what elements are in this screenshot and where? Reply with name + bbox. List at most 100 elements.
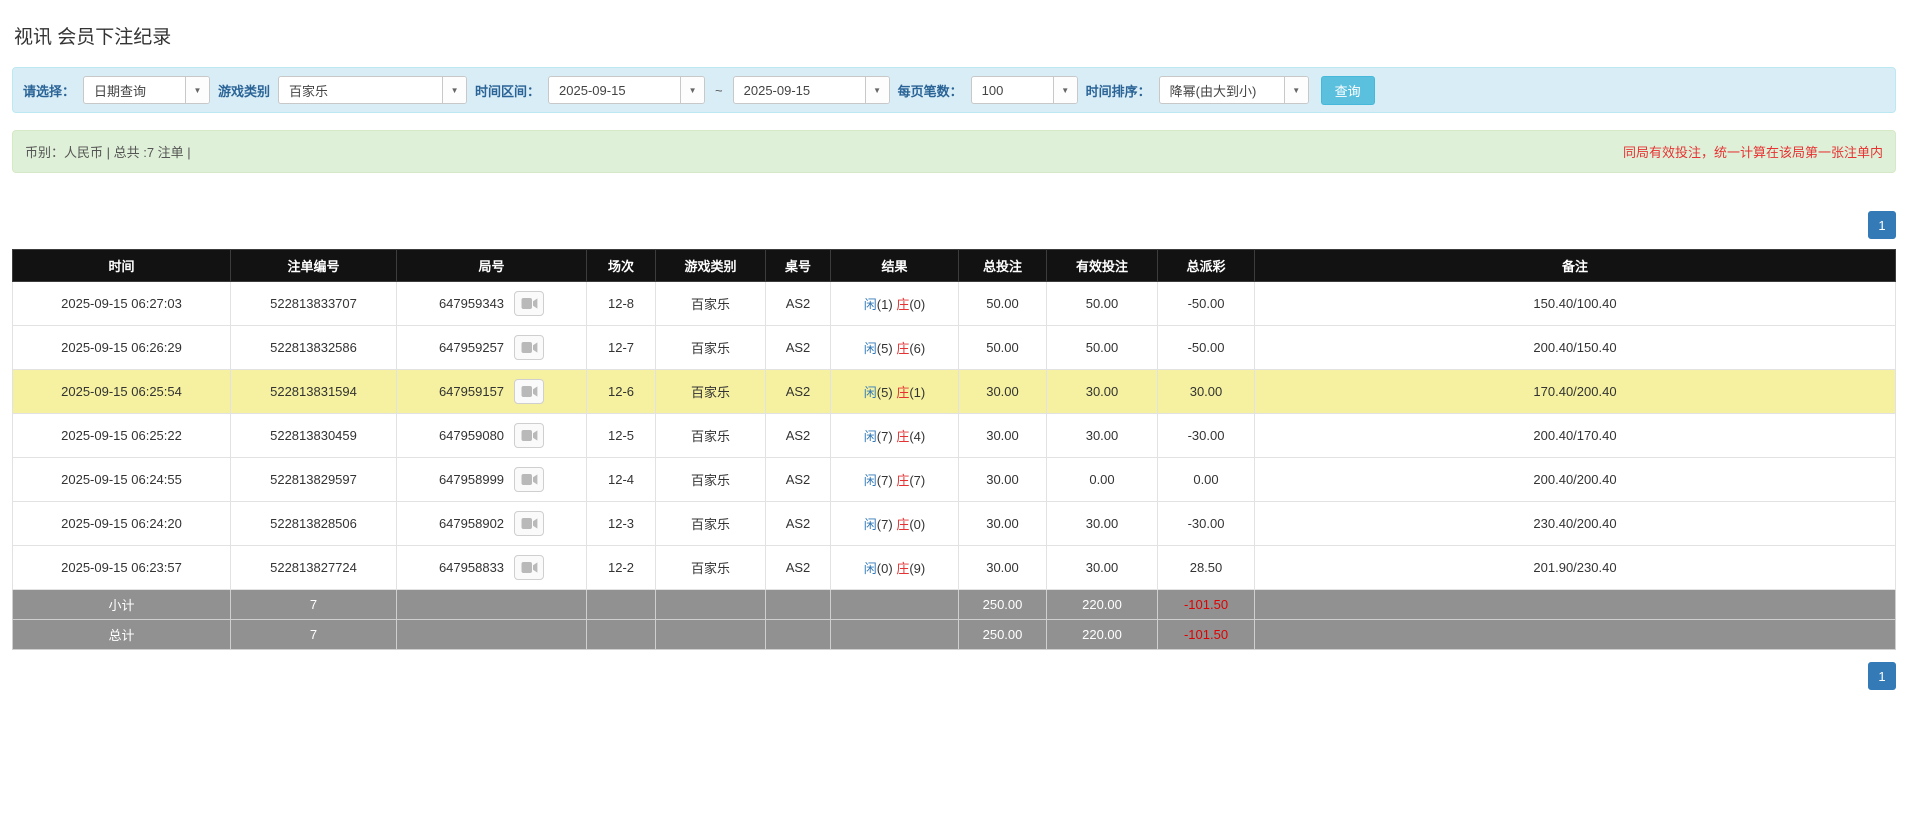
player-result-count: (0) <box>876 561 893 576</box>
round-id: 647958902 <box>438 516 505 531</box>
cell-game-type: 百家乐 <box>655 545 766 590</box>
empty-cell <box>655 619 766 650</box>
cell-round-id: 647959080 <box>396 413 587 458</box>
search-button[interactable]: 查询 <box>1320 75 1375 105</box>
cell-note: 200.40/200.40 <box>1254 457 1896 502</box>
cell-session: 12-4 <box>586 457 656 502</box>
empty-cell <box>830 619 959 650</box>
page-size-value: 100 <box>981 82 1004 98</box>
cell-time: 2025-09-15 06:24:20 <box>12 501 231 546</box>
summary-notice: 同局有效投注，统一计算在该局第一张注单内 <box>1622 145 1883 160</box>
cell-time: 2025-09-15 06:24:55 <box>12 457 231 502</box>
round-id: 647959257 <box>438 340 505 355</box>
cell-round-id: 647958833 <box>396 545 587 590</box>
video-camera-glyph <box>521 298 537 309</box>
column-header: 场次 <box>586 249 656 282</box>
page-button[interactable]: 1 <box>1868 662 1896 690</box>
cell-note: 150.40/100.40 <box>1254 281 1896 326</box>
round-id: 647958999 <box>438 472 505 487</box>
cell-payout: -50.00 <box>1157 325 1255 370</box>
chevron-down-icon[interactable]: ▼ <box>442 77 467 103</box>
cell-table-no: AS2 <box>765 413 831 458</box>
cell-total-bet[interactable]: 50.00 <box>958 325 1047 370</box>
table-row: 2025-09-15 06:26:29 522813832586 647959257… <box>12 325 1896 370</box>
cell-payout: 28.50 <box>1157 545 1255 590</box>
date-from-select[interactable]: 2025-09-15 ▼ <box>548 76 706 104</box>
cell-total-bet[interactable]: 50.00 <box>958 281 1047 326</box>
cell-round-id: 647959343 <box>396 281 587 326</box>
cell-payout: -30.00 <box>1157 501 1255 546</box>
summary-currency-total: 币别：人民币 | 总共 :7 注单 | <box>25 145 191 160</box>
cell-total-bet[interactable]: 30.00 <box>958 501 1047 546</box>
page-button[interactable]: 1 <box>1868 211 1896 239</box>
video-icon[interactable] <box>514 291 545 316</box>
column-header: 桌号 <box>765 249 831 282</box>
cell-total-bet[interactable]: 30.00 <box>958 457 1047 502</box>
pagination-top: 1 <box>12 211 1896 239</box>
date-to-select[interactable]: 2025-09-15 ▼ <box>732 76 890 104</box>
video-icon[interactable] <box>514 555 545 580</box>
video-icon[interactable] <box>514 423 545 448</box>
total-payout: -101.50 <box>1157 619 1255 650</box>
subtotal-count: 7 <box>230 589 397 620</box>
banker-result-count: (0) <box>909 517 926 532</box>
cell-valid-bet: 30.00 <box>1046 369 1158 414</box>
video-icon[interactable] <box>514 511 545 536</box>
cell-bet-id: 522813827724 <box>230 545 397 590</box>
cell-game-type: 百家乐 <box>655 501 766 546</box>
column-header: 总投注 <box>958 249 1047 282</box>
cell-valid-bet: 0.00 <box>1046 457 1158 502</box>
video-icon[interactable] <box>514 467 545 492</box>
video-camera-glyph <box>521 386 537 397</box>
empty-cell <box>396 589 587 620</box>
chevron-down-icon[interactable]: ▼ <box>680 77 705 103</box>
column-header: 游戏类别 <box>655 249 766 282</box>
player-result-count: (5) <box>876 385 893 400</box>
cell-table-no: AS2 <box>765 369 831 414</box>
cell-bet-id: 522813829597 <box>230 457 397 502</box>
cell-total-bet[interactable]: 30.00 <box>958 413 1047 458</box>
column-header: 时间 <box>12 249 231 282</box>
page-size-select[interactable]: 100 ▼ <box>970 76 1078 104</box>
chevron-down-icon[interactable]: ▼ <box>1283 77 1308 103</box>
round-id: 647959080 <box>438 428 505 443</box>
summary-bar: 币别：人民币 | 总共 :7 注单 | 同局有效投注，统一计算在该局第一张注单内 <box>12 130 1896 173</box>
video-icon[interactable] <box>514 335 545 360</box>
empty-cell <box>830 589 959 620</box>
banker-result-label: 庄 <box>896 341 910 356</box>
cell-note: 201.90/230.40 <box>1254 545 1896 590</box>
banker-result-count: (0) <box>909 297 926 312</box>
chevron-down-icon[interactable]: ▼ <box>185 77 210 103</box>
cell-total-bet[interactable]: 30.00 <box>958 545 1047 590</box>
game-type-label: 游戏类别 <box>218 83 271 99</box>
player-result-label: 闲 <box>863 341 877 356</box>
date-to-value: 2025-09-15 <box>743 82 811 98</box>
banker-result-label: 庄 <box>896 385 910 400</box>
video-camera-glyph <box>521 474 537 485</box>
game-type-value: 百家乐 <box>289 83 329 99</box>
query-type-value: 日期查询 <box>94 83 147 99</box>
game-type-select[interactable]: 百家乐 ▼ <box>278 76 468 104</box>
video-camera-glyph <box>521 342 537 353</box>
total-count: 7 <box>230 619 397 650</box>
cell-session: 12-2 <box>586 545 656 590</box>
player-result-count: (5) <box>876 341 893 356</box>
column-header: 局号 <box>396 249 587 282</box>
filter-bar: 请选择： 日期查询 ▼ 游戏类别 百家乐 ▼ 时间区间： 2025-09-15 … <box>12 67 1896 113</box>
empty-cell <box>586 619 656 650</box>
chevron-down-icon[interactable]: ▼ <box>864 77 889 103</box>
query-type-select[interactable]: 日期查询 ▼ <box>83 76 211 104</box>
sort-label: 时间排序： <box>1085 83 1151 99</box>
video-icon[interactable] <box>514 379 545 404</box>
chevron-down-icon[interactable]: ▼ <box>1052 77 1077 103</box>
player-result-label: 闲 <box>863 473 877 488</box>
player-result-count: (7) <box>876 429 893 444</box>
banker-result-count: (1) <box>909 385 926 400</box>
cell-total-bet[interactable]: 30.00 <box>958 369 1047 414</box>
cell-valid-bet: 30.00 <box>1046 501 1158 546</box>
player-result-label: 闲 <box>863 429 877 444</box>
cell-result: 闲(7) 庄(4) <box>830 413 959 458</box>
sort-select[interactable]: 降幂(由大到小) ▼ <box>1158 76 1309 104</box>
cell-valid-bet: 50.00 <box>1046 281 1158 326</box>
cell-game-type: 百家乐 <box>655 457 766 502</box>
